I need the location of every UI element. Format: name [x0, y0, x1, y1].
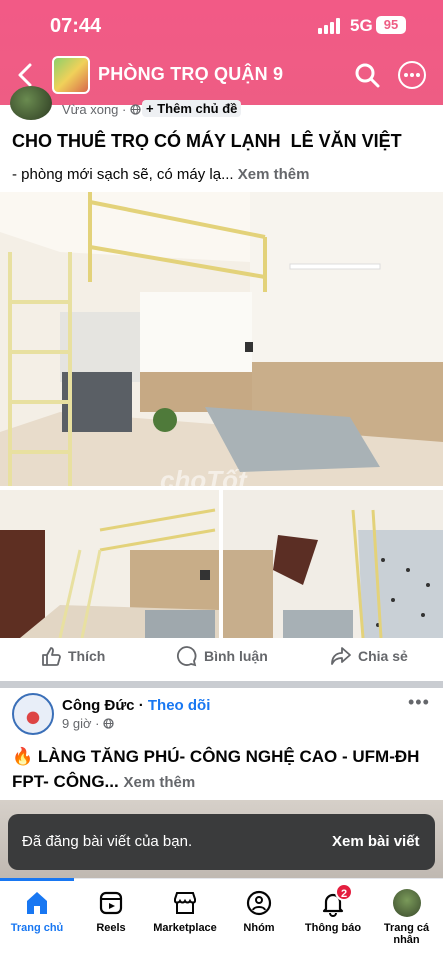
post-more-icon[interactable]: ••• [408, 692, 430, 713]
post-2-title: 🔥 LÀNG TĂNG PHÚ- CÔNG NGHỆ CAO - UFM-ĐH … [12, 747, 420, 791]
more-options-icon[interactable] [398, 61, 426, 89]
status-time: 07:44 [50, 15, 102, 37]
network-type: 5G [350, 16, 373, 35]
see-more-link[interactable]: Xem thêm [238, 166, 310, 183]
comment-label: Bình luận [204, 648, 268, 664]
signal-icon [318, 18, 344, 34]
tab-home[interactable]: Trang chủ [0, 878, 74, 960]
view-post-button[interactable]: Xem bài viết [332, 833, 420, 850]
like-label: Thích [68, 648, 106, 664]
post-actions: Thích Bình luận Chia sẻ [0, 640, 443, 678]
home-icon [27, 892, 47, 914]
toast-message: Đã đăng bài viết của bạn. [22, 833, 193, 850]
like-button[interactable]: Thích [42, 647, 106, 666]
post-description: - phòng mới sạch sẽ, có máy lạ... Xem th… [12, 166, 310, 183]
group-header: PHÒNG TRỌ QUẬN 9 [0, 52, 443, 98]
marketplace-icon [174, 892, 196, 914]
post-title: CHO THUÊ TRỌ CÓ MÁY LẠNH LÊ VĂN VIỆT [12, 131, 402, 151]
comment-button[interactable]: Bình luận [176, 646, 268, 667]
reels-icon [99, 891, 123, 915]
globe-icon [103, 718, 114, 729]
tab-reels[interactable]: Reels [74, 879, 148, 960]
post-meta: Vừa xong · · + Thêm chủ đề [0, 86, 443, 122]
author-name[interactable]: Công Đức [62, 697, 135, 714]
bottom-tab-bar: Trang chủ Reels Marketplace Nhóm 2 Thông… [0, 878, 443, 960]
top-bar: 07:44 5G 95 PHÒNG TRỌ QUẬN 9 [0, 0, 443, 105]
comment-icon [176, 646, 197, 667]
post-photo-2[interactable] [0, 490, 219, 638]
see-more-link[interactable]: Xem thêm [123, 774, 195, 791]
feed-divider [0, 681, 443, 688]
post-photo-3[interactable] [223, 490, 443, 638]
search-icon[interactable] [354, 62, 380, 88]
post-photo-main[interactable] [0, 192, 443, 486]
globe-icon [130, 104, 141, 115]
toast-notification: Đã đăng bài viết của bạn. Xem bài viết [8, 814, 435, 870]
notification-badge: 2 [335, 883, 353, 901]
author-avatar[interactable] [12, 693, 54, 735]
share-icon [331, 647, 351, 665]
post-author: Công Đức · Theo dõi [62, 697, 210, 714]
battery-icon: 95 [376, 16, 406, 34]
tab-profile[interactable]: Trang cá nhân [370, 879, 443, 960]
groups-icon [246, 890, 272, 916]
post-time: 9 giờ · [62, 716, 114, 731]
group-title[interactable]: PHÒNG TRỌ QUẬN 9 [98, 64, 283, 85]
photo-watermark: choTốt [160, 465, 247, 495]
bell-icon: 2 [319, 883, 353, 917]
post-time: Vừa xong · · [62, 102, 149, 117]
share-button[interactable]: Chia sẻ [331, 647, 408, 665]
status-bar: 07:44 5G 95 [0, 0, 443, 50]
tab-notifications[interactable]: 2 Thông báo [296, 879, 370, 960]
group-avatar[interactable] [52, 56, 90, 94]
add-topic-button[interactable]: + Thêm chủ đề [142, 100, 242, 117]
tab-marketplace[interactable]: Marketplace [148, 879, 222, 960]
follow-button[interactable]: Theo dõi [148, 697, 211, 714]
profile-avatar [392, 889, 421, 917]
back-arrow-icon[interactable] [14, 62, 36, 88]
share-label: Chia sẻ [358, 648, 408, 664]
poster-avatar[interactable] [10, 86, 52, 120]
like-icon [42, 647, 61, 666]
tab-groups[interactable]: Nhóm [222, 879, 296, 960]
author-separator: · [138, 697, 144, 714]
